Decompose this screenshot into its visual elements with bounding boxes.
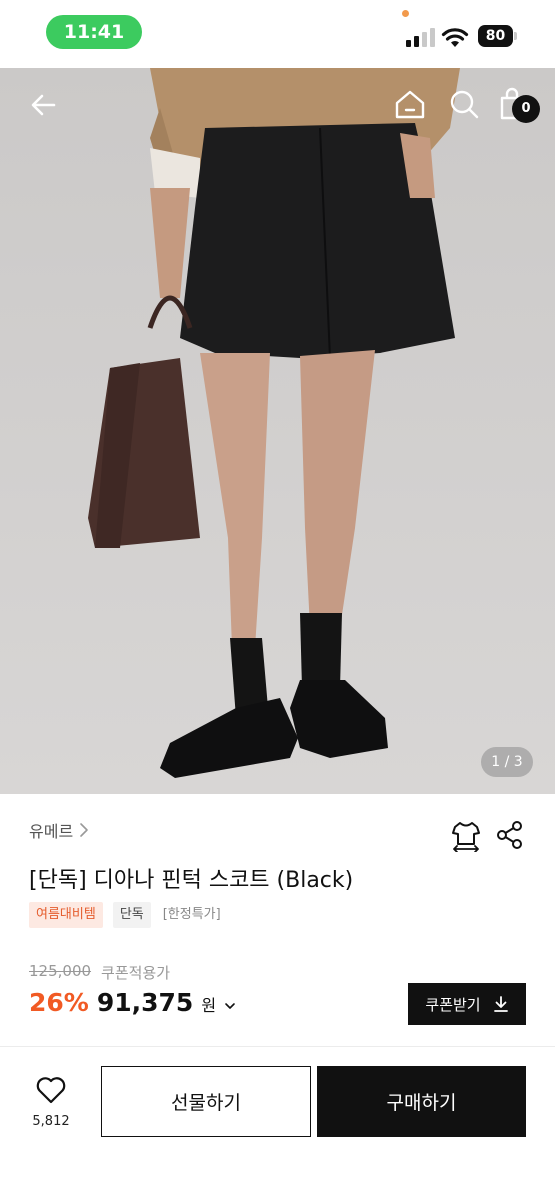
- brand-name: 유메르: [29, 822, 74, 841]
- gift-button[interactable]: 선물하기: [101, 1066, 311, 1137]
- product-image-carousel[interactable]: [0, 68, 555, 794]
- battery-level: 80: [478, 25, 513, 47]
- buy-button[interactable]: 구매하기: [317, 1066, 526, 1137]
- chevron-right-icon: [80, 823, 88, 837]
- original-price: 125,000: [29, 962, 92, 980]
- status-time: 11:41: [46, 15, 142, 49]
- heart-icon: [36, 1077, 66, 1104]
- product-title: [단독] 디아나 핀턱 스코트 (Black): [29, 868, 354, 893]
- brand-link[interactable]: 유메르: [29, 818, 89, 842]
- status-bar: 11:41 80: [0, 0, 555, 68]
- shirt-icon[interactable]: [451, 820, 481, 852]
- tag-limited-price: [한정특가]: [162, 907, 221, 922]
- privacy-indicator-dot: [402, 10, 409, 17]
- image-page-indicator: 1 / 3: [481, 747, 533, 777]
- like-button[interactable]: 5,812: [28, 1076, 74, 1132]
- product-photo: [0, 68, 555, 794]
- wifi-icon: [441, 28, 469, 47]
- section-divider: [0, 1046, 555, 1047]
- tag-summer-item: 여름대비템: [29, 902, 103, 928]
- chevron-down-icon[interactable]: [224, 1001, 236, 1011]
- currency-label: 원: [201, 996, 217, 1015]
- like-count: 5,812: [32, 1114, 70, 1129]
- download-icon: [493, 996, 508, 1012]
- share-icon[interactable]: [496, 820, 524, 850]
- sale-price: 91,375: [96, 988, 194, 1017]
- discount-rate: 26%: [29, 988, 89, 1017]
- original-price-row: 125,000 쿠폰적용가: [29, 962, 170, 983]
- home-icon[interactable]: [392, 86, 428, 122]
- get-coupon-label: 쿠폰받기: [425, 995, 481, 1014]
- get-coupon-button[interactable]: 쿠폰받기: [408, 983, 526, 1025]
- back-arrow-icon[interactable]: [26, 87, 62, 123]
- product-tags: 여름대비템 단독 [한정특가]: [29, 902, 223, 928]
- cellular-signal-icon: [406, 28, 435, 47]
- cart-count-badge: 0: [512, 95, 540, 123]
- price-row[interactable]: 26% 91,375 원: [29, 988, 236, 1017]
- tag-exclusive: 단독: [112, 902, 151, 928]
- search-icon[interactable]: [446, 86, 482, 122]
- battery-icon: 80: [478, 25, 518, 47]
- coupon-price-note: 쿠폰적용가: [101, 964, 171, 982]
